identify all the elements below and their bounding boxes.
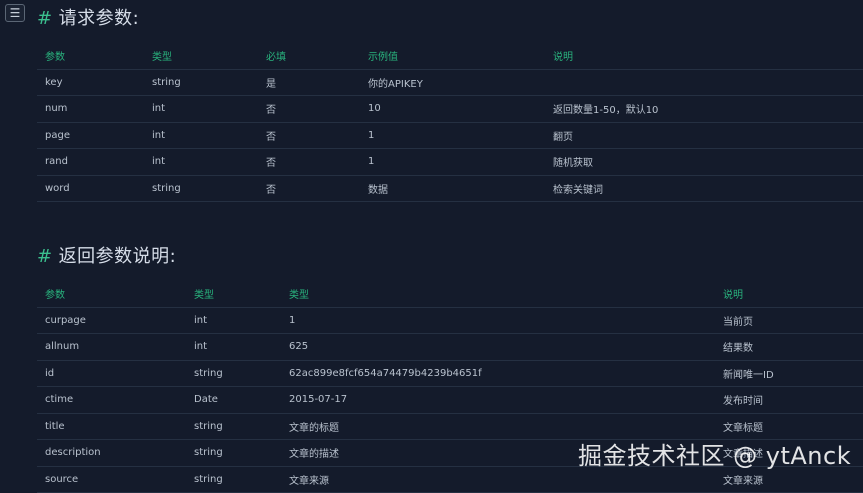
table-header-row: 参数 类型 必填 示例值 说明 (37, 43, 863, 70)
request-params-title: 请求参数: (58, 8, 140, 29)
list-icon: ☰ (9, 6, 21, 20)
header-cell: 必填 (258, 43, 360, 70)
table-cell: allnum (37, 333, 186, 361)
table-row: page int 否 1 翻页 (37, 122, 863, 149)
table-cell: 你的APIKEY (360, 69, 545, 96)
table-row: word string 否 数据 检索关键词 (37, 175, 863, 202)
table-row: num int 否 10 返回数量1-50，默认10 (37, 95, 863, 123)
table-cell: description (37, 439, 186, 467)
table-cell: 10 (360, 95, 545, 123)
header-cell: 说明 (715, 281, 863, 308)
table-cell: string (186, 360, 281, 387)
table-cell: word (37, 175, 144, 202)
table-cell: id (37, 360, 186, 387)
table-row: ctime Date 2015-07-17 发布时间 (37, 386, 863, 414)
table-cell: title (37, 413, 186, 440)
request-params-table: 参数 类型 必填 示例值 说明 key string 是 你的APIKEY nu… (37, 43, 863, 202)
table-cell: 否 (258, 175, 360, 202)
table-row: curpage int 1 当前页 (37, 307, 863, 334)
table-cell: 1 (360, 122, 545, 149)
table-cell: 检索关键词 (545, 175, 863, 202)
header-cell: 说明 (545, 43, 863, 70)
table-row: id string 62ac899e8fcf654a74479b4239b465… (37, 360, 863, 387)
heading-hash: # (37, 246, 53, 267)
table-cell: 是 (258, 69, 360, 96)
table-cell: 1 (281, 307, 715, 334)
table-cell: int (186, 307, 281, 334)
header-cell: 类型 (281, 281, 715, 308)
table-cell: string (186, 439, 281, 467)
header-cell: 示例值 (360, 43, 545, 70)
table-cell: rand (37, 148, 144, 176)
table-cell: num (37, 95, 144, 123)
header-cell: 类型 (144, 43, 258, 70)
table-cell: page (37, 122, 144, 149)
table-cell: int (144, 95, 258, 123)
table-row: rand int 否 1 随机获取 (37, 148, 863, 176)
response-params-heading: # 返回参数说明: (37, 242, 176, 268)
table-cell: string (144, 175, 258, 202)
table-header-row: 参数 类型 类型 说明 (37, 281, 863, 308)
table-cell: 翻页 (545, 122, 863, 149)
table-cell: curpage (37, 307, 186, 334)
table-cell: 数据 (360, 175, 545, 202)
table-row: allnum int 625 结果数 (37, 333, 863, 361)
header-cell: 类型 (186, 281, 281, 308)
table-cell: 2015-07-17 (281, 386, 715, 414)
table-cell: string (186, 466, 281, 493)
table-cell: 结果数 (715, 333, 863, 361)
table-cell: 62ac899e8fcf654a74479b4239b4651f (281, 360, 715, 387)
table-cell: string (186, 413, 281, 440)
table-cell: 随机获取 (545, 148, 863, 176)
table-cell: 否 (258, 148, 360, 176)
table-cell: 1 (360, 148, 545, 176)
table-cell: 当前页 (715, 307, 863, 334)
table-cell: 新闻唯一ID (715, 360, 863, 387)
table-cell: string (144, 69, 258, 96)
table-cell (545, 69, 863, 96)
toc-toggle-button[interactable]: ☰ (5, 4, 25, 22)
table-cell: int (186, 333, 281, 361)
watermark-text: 掘金技术社区 @ ytAnck (578, 442, 852, 470)
table-cell: key (37, 69, 144, 96)
table-cell: ctime (37, 386, 186, 414)
table-cell: int (144, 148, 258, 176)
table-cell: Date (186, 386, 281, 414)
table-cell: 625 (281, 333, 715, 361)
table-cell: 发布时间 (715, 386, 863, 414)
header-cell: 参数 (37, 281, 186, 308)
table-cell: 返回数量1-50，默认10 (545, 95, 863, 123)
table-cell: 否 (258, 122, 360, 149)
response-params-title: 返回参数说明: (58, 246, 177, 267)
table-cell: source (37, 466, 186, 493)
table-cell: int (144, 122, 258, 149)
header-cell: 参数 (37, 43, 144, 70)
heading-hash: # (37, 8, 53, 29)
request-params-heading: # 请求参数: (37, 4, 139, 30)
table-cell: 否 (258, 95, 360, 123)
table-row: key string 是 你的APIKEY (37, 69, 863, 96)
